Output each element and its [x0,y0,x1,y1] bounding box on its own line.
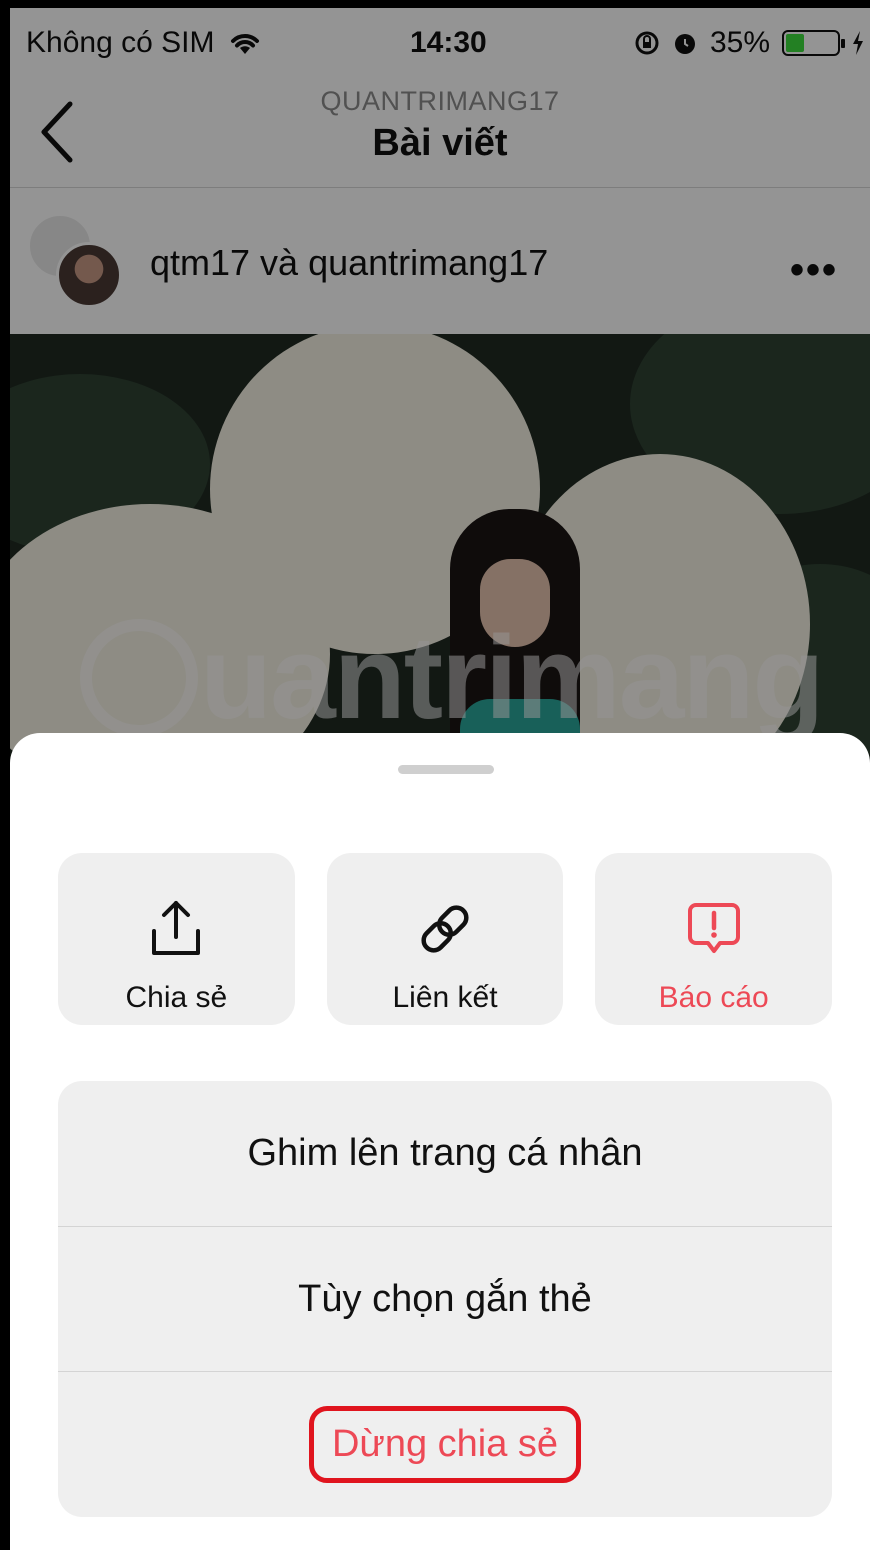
options-list: Ghim lên trang cá nhân Tùy chọn gắn thẻ … [58,1081,832,1517]
link-label: Liên kết [392,981,498,1014]
link-icon [421,905,469,953]
share-label: Chia sẻ [125,981,228,1014]
share-button[interactable]: Chia sẻ [58,853,295,1025]
report-button[interactable]: Báo cáo [595,853,833,1025]
report-label: Báo cáo [658,981,769,1014]
phone-frame: Không có SIM 14:30 35% QUANTRIMANG17 Bài… [0,0,870,1550]
pin-to-profile-option[interactable]: Ghim lên trang cá nhân [58,1081,832,1226]
report-icon [687,903,740,953]
pin-to-profile-label: Ghim lên trang cá nhân [247,1132,643,1174]
quick-actions: Chia sẻ Liên kết Báo cáo [58,853,833,1025]
options-bottom-sheet: Chia sẻ Liên kết Báo cáo Ghim lên trang … [10,733,870,1550]
share-icon [152,901,201,955]
copy-link-button[interactable]: Liên kết [326,853,564,1025]
stop-sharing-label: Dừng chia sẻ [308,1405,582,1483]
tag-options-label: Tùy chọn gắn thẻ [298,1277,592,1320]
tag-options-option[interactable]: Tùy chọn gắn thẻ [58,1226,832,1371]
sheet-grabber[interactable] [398,765,494,774]
stop-sharing-option[interactable]: Dừng chia sẻ [58,1371,832,1516]
